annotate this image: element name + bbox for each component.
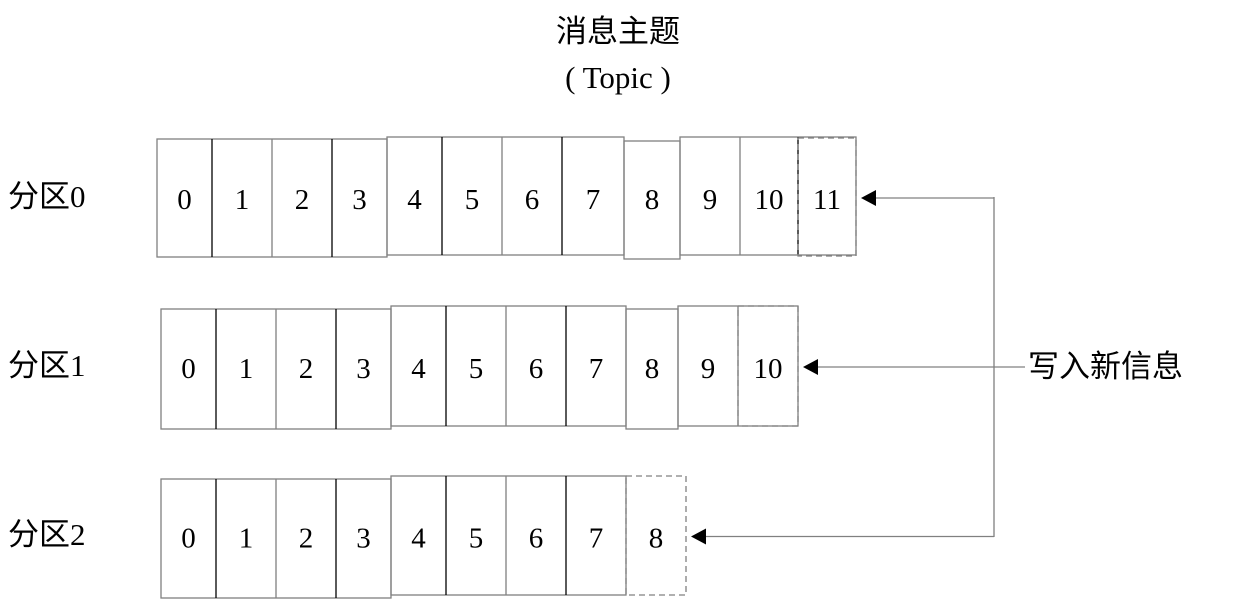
partition-row: 分区1 0 1 2 3 4 5 6 7 8 9 10 <box>8 305 799 430</box>
message-offset-cell: 0 <box>181 353 196 385</box>
message-offset-cell: 1 <box>235 184 250 216</box>
message-offset-cell: 3 <box>356 353 371 385</box>
message-offset-cell: 10 <box>755 184 784 216</box>
title-line-2: ( Topic ) <box>565 60 671 95</box>
partition-row: 分区2 0 1 2 3 4 5 6 7 8 <box>8 475 687 599</box>
message-offset-cell: 5 <box>469 523 484 555</box>
message-offset-cell: 4 <box>407 184 422 216</box>
arrowhead-icon <box>691 528 706 545</box>
partition-label: 分区0 <box>8 179 86 214</box>
message-offset-cell: 4 <box>411 353 426 385</box>
message-offset-cell: 7 <box>589 523 604 555</box>
message-offset-cell: 3 <box>356 523 371 555</box>
message-offset-cell: 6 <box>529 353 544 385</box>
message-offset-cell: 8 <box>645 353 660 385</box>
write-new-message-label: 写入新信息 <box>1028 349 1183 384</box>
new-message-offset: 8 <box>649 523 664 555</box>
message-offset-cell: 1 <box>239 523 254 555</box>
message-offset-cell: 5 <box>469 353 484 385</box>
arrowhead-icon <box>803 359 818 375</box>
partitions-group: 分区0 0 1 2 3 4 5 6 7 8 9 10 11 分区1 0 1 2 3 4 5 6 7 8 9 10 分区2 0 1 2 3 4… <box>8 136 857 599</box>
message-offset-cell: 8 <box>645 184 660 216</box>
message-offset-cell: 3 <box>352 184 367 216</box>
message-offset-cell: 9 <box>703 184 718 216</box>
title-line-1: 消息主题 <box>556 14 680 49</box>
partition-label: 分区2 <box>8 517 86 552</box>
message-offset-cell: 2 <box>295 184 310 216</box>
kafka-topic-diagram: 消息主题 ( Topic ) 分区0 0 1 2 3 4 5 6 7 8 9 10 11分区1 0 1 2 3 4… <box>8 14 1183 599</box>
message-offset-cell: 6 <box>525 184 540 216</box>
new-message-offset: 10 <box>754 353 783 385</box>
message-offset-cell: 2 <box>299 523 314 555</box>
new-message-offset: 11 <box>813 184 841 216</box>
message-offset-cell: 9 <box>701 353 716 385</box>
partition-row: 分区0 0 1 2 3 4 5 6 7 8 9 10 11 <box>8 136 857 260</box>
message-offset-cell: 2 <box>299 353 314 385</box>
message-offset-cell: 4 <box>411 523 426 555</box>
partition-label: 分区1 <box>8 348 86 383</box>
message-offset-cell: 7 <box>589 353 604 385</box>
write-connector <box>691 190 1025 545</box>
message-offset-cell: 0 <box>177 184 192 216</box>
message-offset-cell: 0 <box>181 523 196 555</box>
message-offset-cell: 1 <box>239 353 254 385</box>
message-offset-cell: 6 <box>529 523 544 555</box>
message-offset-cell: 5 <box>465 184 480 216</box>
arrowhead-icon <box>861 190 876 206</box>
message-offset-cell: 7 <box>586 184 601 216</box>
